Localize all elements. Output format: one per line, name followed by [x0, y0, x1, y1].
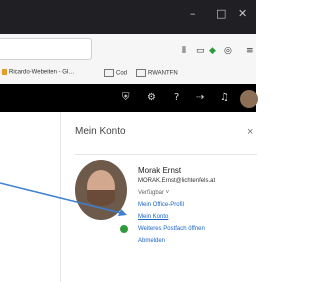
annotation-arrow	[0, 182, 127, 216]
arrow-line	[0, 182, 122, 214]
